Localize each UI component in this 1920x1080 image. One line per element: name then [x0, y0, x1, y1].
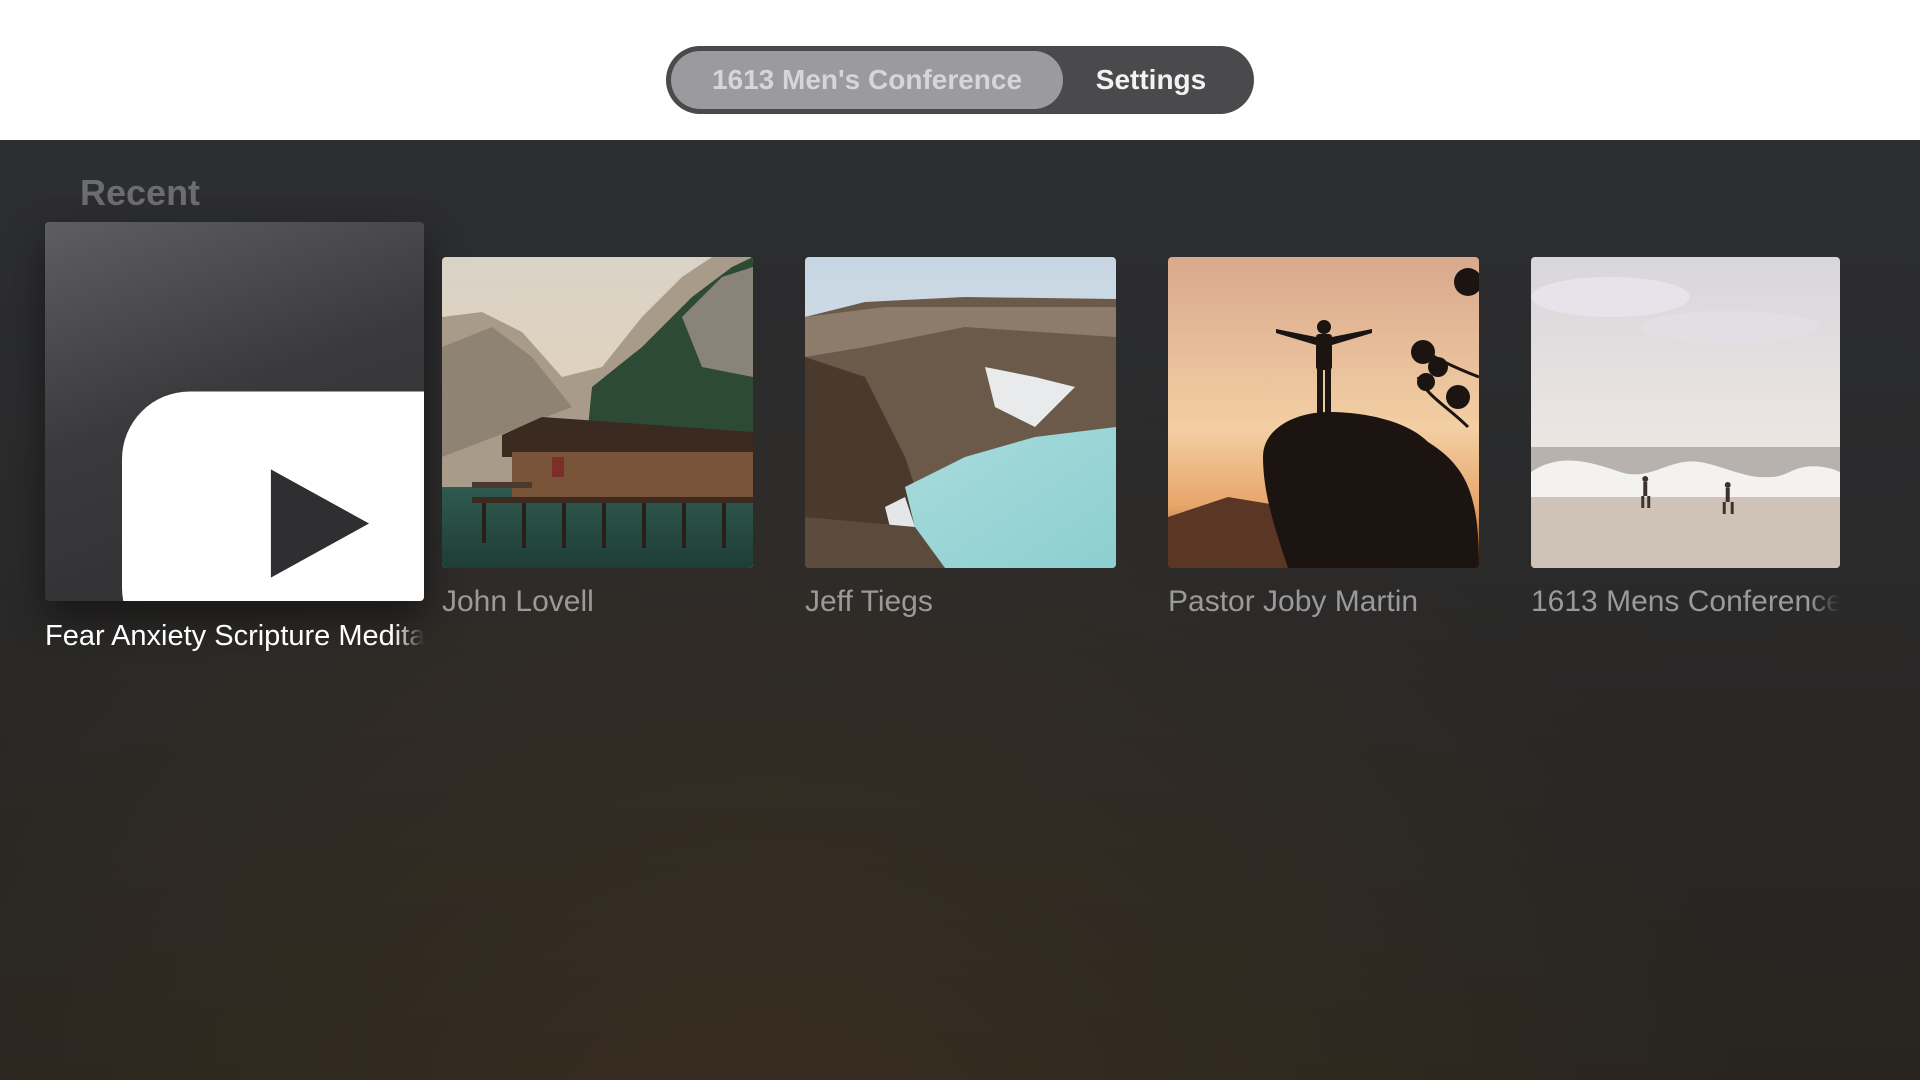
main-content: Recent Fear Anxiety Scripture Meditation — [0, 140, 1920, 1080]
recent-item-title: Pastor Joby Martin — [1168, 585, 1419, 618]
recent-item-title: John Lovell — [442, 585, 594, 618]
recent-item-card[interactable]: John Lovell — [442, 257, 753, 637]
top-bar: 1613 Men's Conference Settings — [0, 0, 1920, 140]
section-title-recent: Recent — [80, 172, 201, 213]
recent-item-card[interactable]: Jeff Tiegs — [805, 257, 1116, 637]
recent-item-title: 1613 Mens Conference — [1531, 585, 1840, 618]
recent-item-card[interactable]: Pastor Joby Martin — [1168, 257, 1479, 637]
lake-cabin-mountains-photo — [442, 257, 753, 568]
tab-bar: 1613 Men's Conference Settings — [666, 46, 1254, 114]
recent-item-thumbnail — [45, 222, 424, 601]
youtube-play-icon — [122, 391, 424, 601]
recent-item-card[interactable]: 1613 Mens Conference — [1531, 257, 1840, 637]
beach-waves-runners-photo — [1531, 257, 1840, 568]
recent-item-card[interactable]: Fear Anxiety Scripture Meditation — [45, 222, 424, 662]
tab-settings[interactable]: Settings — [1063, 51, 1239, 109]
man-on-rock-sunset-photo — [1168, 257, 1479, 568]
crater-lake-photo — [805, 257, 1116, 568]
recent-item-title: Jeff Tiegs — [805, 585, 933, 618]
tab-1613-mens-conference[interactable]: 1613 Men's Conference — [671, 51, 1063, 109]
recent-item-title: Fear Anxiety Scripture Meditation — [45, 620, 424, 652]
